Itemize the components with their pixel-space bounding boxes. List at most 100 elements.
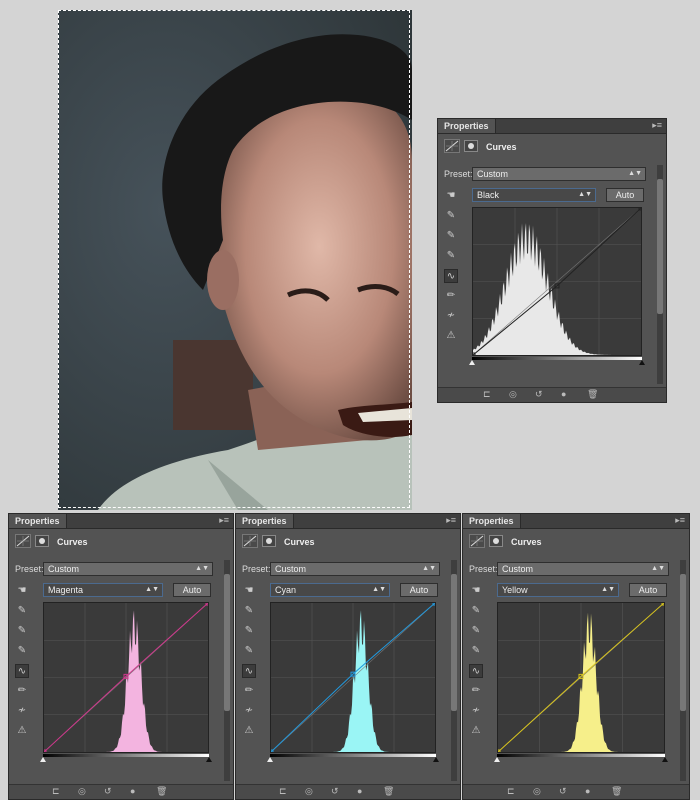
clip-to-layer-icon[interactable]: ⊏ [52,786,60,797]
white-point-slider[interactable] [639,360,645,365]
black-point-slider[interactable] [40,757,46,762]
eyedropper-black-icon[interactable]: ✎ [469,604,483,618]
eyedropper-black-icon[interactable]: ✎ [242,604,256,618]
preset-label: Preset: [444,169,473,179]
black-point-slider[interactable] [469,360,475,365]
black-point-slider[interactable] [267,757,273,762]
eyedropper-white-icon[interactable]: ✎ [444,249,458,263]
black-point-slider[interactable] [494,757,500,762]
hand-adjust-icon[interactable]: ☚ [469,584,483,598]
channel-select[interactable]: Magenta ▲▼ [43,583,163,597]
properties-panel-black: Properties ▸≡ Curves Preset: Custom ▲▼ ☚ ✎ ✎ ✎ ∿ ✏ ≁… [437,118,667,403]
clipping-warning-icon[interactable]: ⚠ [242,724,256,738]
panel-scrollbar[interactable] [451,560,457,781]
eyedropper-black-icon[interactable]: ✎ [444,209,458,223]
eyedropper-white-icon[interactable]: ✎ [15,644,29,658]
panel-menu-icon[interactable]: ▸≡ [446,515,456,526]
reset-icon[interactable]: ↺ [559,786,567,797]
curve-points-icon[interactable]: ∿ [444,269,458,283]
preset-select[interactable]: Custom ▲▼ [497,562,669,576]
properties-tab[interactable]: Properties [463,514,521,528]
preset-select[interactable]: Custom ▲▼ [43,562,213,576]
visibility-icon[interactable]: ● [357,786,362,796]
panel-menu-icon[interactable]: ▸≡ [675,515,685,526]
properties-tab[interactable]: Properties [438,119,496,133]
clipping-warning-icon[interactable]: ⚠ [444,329,458,343]
delete-icon[interactable]: 🗑 [611,786,622,797]
channel-select[interactable]: Cyan ▲▼ [270,583,390,597]
hand-adjust-icon[interactable]: ☚ [242,584,256,598]
eyedropper-white-icon[interactable]: ✎ [469,644,483,658]
reset-icon[interactable]: ↺ [104,786,112,797]
channel-select[interactable]: Yellow ▲▼ [497,583,619,597]
smooth-icon[interactable]: ≁ [469,704,483,718]
auto-button[interactable]: Auto [606,188,644,202]
eyedropper-white-icon[interactable]: ✎ [242,644,256,658]
properties-tab[interactable]: Properties [9,514,67,528]
delete-icon[interactable]: 🗑 [383,786,394,797]
smooth-icon[interactable]: ≁ [242,704,256,718]
view-previous-icon[interactable]: ◎ [305,786,313,797]
curves-graph[interactable] [268,600,438,755]
view-previous-icon[interactable]: ◎ [533,786,541,797]
white-point-slider[interactable] [662,757,668,762]
hand-adjust-icon[interactable]: ☚ [444,189,458,203]
scrollbar-thumb[interactable] [657,179,663,314]
properties-tab[interactable]: Properties [236,514,294,528]
clipping-warning-icon[interactable]: ⚠ [15,724,29,738]
pencil-icon[interactable]: ✏ [242,684,256,698]
auto-button[interactable]: Auto [400,583,438,597]
panel-menu-icon[interactable]: ▸≡ [652,120,662,131]
view-previous-icon[interactable]: ◎ [509,389,517,400]
visibility-icon[interactable]: ● [585,786,590,796]
pencil-icon[interactable]: ✏ [469,684,483,698]
visibility-icon[interactable]: ● [561,389,566,399]
preset-select[interactable]: Custom ▲▼ [472,167,646,181]
panel-scrollbar[interactable] [224,560,230,781]
white-point-slider[interactable] [433,757,439,762]
scrollbar-thumb[interactable] [680,574,686,711]
curve-points-icon[interactable]: ∿ [469,664,483,678]
eyedropper-gray-icon[interactable]: ✎ [444,229,458,243]
delete-icon[interactable]: 🗑 [156,786,167,797]
layer-mask-icon[interactable] [464,140,478,152]
pencil-icon[interactable]: ✏ [444,289,458,303]
preset-select[interactable]: Custom ▲▼ [270,562,440,576]
eyedropper-gray-icon[interactable]: ✎ [242,624,256,638]
clip-to-layer-icon[interactable]: ⊏ [507,786,515,797]
channel-value: Yellow [502,585,528,595]
curve-points-icon[interactable]: ∿ [242,664,256,678]
hand-adjust-icon[interactable]: ☚ [15,584,29,598]
layer-mask-icon[interactable] [262,535,276,547]
smooth-icon[interactable]: ≁ [15,704,29,718]
curves-graph[interactable] [41,600,211,755]
panel-scrollbar[interactable] [657,165,663,384]
auto-button[interactable]: Auto [173,583,211,597]
scrollbar-thumb[interactable] [451,574,457,711]
layer-mask-icon[interactable] [35,535,49,547]
clip-to-layer-icon[interactable]: ⊏ [483,389,491,400]
pencil-icon[interactable]: ✏ [15,684,29,698]
curve-points-icon[interactable]: ∿ [15,664,29,678]
smooth-icon[interactable]: ≁ [444,309,458,323]
layer-mask-icon[interactable] [489,535,503,547]
eyedropper-gray-icon[interactable]: ✎ [15,624,29,638]
auto-button[interactable]: Auto [629,583,667,597]
delete-icon[interactable]: 🗑 [587,389,598,400]
eyedropper-gray-icon[interactable]: ✎ [469,624,483,638]
clipping-warning-icon[interactable]: ⚠ [469,724,483,738]
curves-graph[interactable] [470,205,644,358]
reset-icon[interactable]: ↺ [331,786,339,797]
panel-scrollbar[interactable] [680,560,686,781]
properties-panel-magenta: Properties ▸≡ Curves Preset: Custom ▲▼ ☚ ✎ ✎ ✎ ∿ ✏ ≁… [8,513,234,800]
channel-select[interactable]: Black ▲▼ [472,188,596,202]
panel-menu-icon[interactable]: ▸≡ [219,515,229,526]
reset-icon[interactable]: ↺ [535,389,543,400]
clip-to-layer-icon[interactable]: ⊏ [279,786,287,797]
visibility-icon[interactable]: ● [130,786,135,796]
view-previous-icon[interactable]: ◎ [78,786,86,797]
scrollbar-thumb[interactable] [224,574,230,711]
eyedropper-black-icon[interactable]: ✎ [15,604,29,618]
white-point-slider[interactable] [206,757,212,762]
curves-graph[interactable] [495,600,667,755]
